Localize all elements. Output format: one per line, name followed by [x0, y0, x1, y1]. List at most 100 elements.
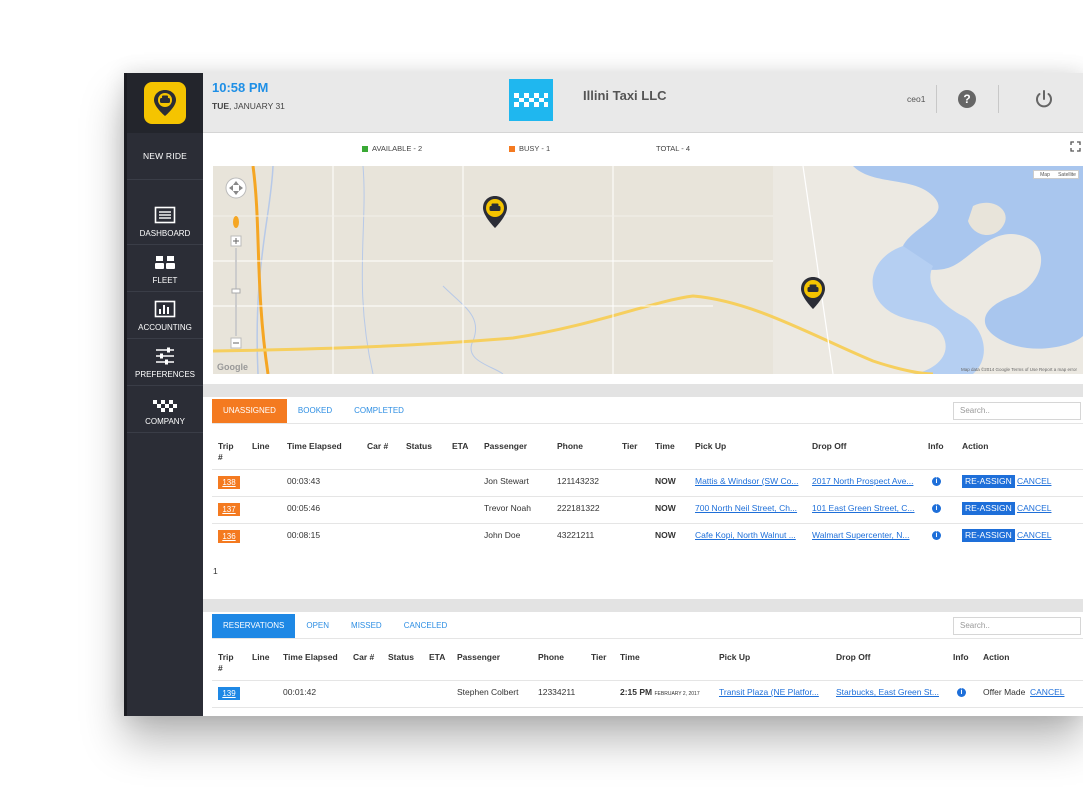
fullscreen-icon[interactable]: [1070, 141, 1081, 154]
new-ride-button[interactable]: NEW RIDE: [127, 133, 203, 180]
power-icon[interactable]: [1033, 88, 1055, 115]
reassign-button[interactable]: RE-ASSIGN: [962, 502, 1015, 515]
trip-number-link[interactable]: 136: [218, 530, 240, 543]
ride-time: NOW: [655, 530, 676, 540]
pickup-link[interactable]: Mattis & Windsor (SW Co...: [695, 476, 798, 486]
trip-number-link[interactable]: 137: [218, 503, 240, 516]
fleet-map[interactable]: Map Satellite Google Map data ©2014 Goog…: [213, 166, 1083, 374]
info-icon[interactable]: i: [932, 504, 941, 513]
ride-time: NOW: [655, 503, 676, 513]
map-type-toggle[interactable]: Map Satellite: [1033, 170, 1079, 179]
logo-area: [127, 73, 203, 133]
column-header-trip: Trip #: [218, 652, 234, 673]
tab-booked[interactable]: BOOKED: [287, 399, 343, 423]
pickup-link[interactable]: 700 North Neil Street, Ch...: [695, 503, 797, 513]
sidebar-item-company[interactable]: COMPANY: [127, 386, 203, 433]
available-swatch: [362, 145, 368, 152]
divider: [212, 496, 1083, 497]
map-type-satellite[interactable]: Satellite: [1056, 171, 1078, 178]
current-date: TUE, JANUARY 31: [212, 101, 285, 111]
info-icon[interactable]: i: [932, 477, 941, 486]
cancel-link[interactable]: CANCEL: [1030, 687, 1064, 697]
column-header-tier: Tier: [591, 652, 607, 662]
company-icon: [153, 400, 177, 412]
sidebar-item-preferences[interactable]: PREFERENCES: [127, 339, 203, 386]
section-divider: [203, 384, 1083, 397]
column-header-time: Time: [655, 441, 675, 451]
ride-time-value: NOW: [655, 503, 676, 513]
column-header-time: Time: [620, 652, 640, 662]
column-header-dropoff: Drop Off: [836, 652, 871, 662]
total-label: TOTAL - 4: [656, 144, 691, 153]
passenger-phone: 12334211: [538, 687, 576, 697]
dropoff-link[interactable]: 101 East Green Street, C...: [812, 503, 915, 513]
column-header-info: Info: [928, 441, 944, 451]
passenger-name: Stephen Colbert: [457, 687, 519, 697]
dropoff-link[interactable]: Walmart Supercenter, N...: [812, 530, 909, 540]
tab-open[interactable]: OPEN: [295, 614, 340, 638]
app-logo-icon[interactable]: [144, 82, 186, 124]
pickup-link[interactable]: Transit Plaza (NE Platfor...: [719, 687, 819, 697]
dashboard-icon: [154, 206, 176, 224]
username[interactable]: ceo1: [907, 94, 925, 104]
tab-canceled[interactable]: CANCELED: [393, 614, 459, 638]
current-day: TUE: [212, 101, 229, 111]
sidebar-item-dashboard[interactable]: DASHBOARD: [127, 198, 203, 245]
taxi-marker-icon[interactable]: [799, 276, 827, 315]
column-header-pickup: Pick Up: [695, 441, 727, 451]
tab-unassigned[interactable]: UNASSIGNED: [212, 399, 287, 423]
map-credit: Map data ©2014 Google Terms of Use Repor…: [960, 367, 1077, 372]
sidebar-item-accounting[interactable]: ACCOUNTING: [127, 292, 203, 339]
divider: [212, 680, 1083, 681]
taxi-marker-icon[interactable]: [481, 195, 509, 234]
company-name: Illini Taxi LLC: [583, 88, 667, 103]
column-header-eta: ETA: [429, 652, 446, 662]
reassign-button[interactable]: RE-ASSIGN: [962, 475, 1015, 488]
ride-time-value: 2:15 PM: [620, 687, 653, 697]
cancel-link[interactable]: CANCEL: [1017, 530, 1051, 540]
fleet-icon: [155, 256, 175, 269]
sidebar-item-label: PREFERENCES: [134, 370, 195, 379]
tab-reservations[interactable]: RESERVATIONS: [212, 614, 296, 638]
sidebar-item-label: COMPANY: [145, 417, 185, 426]
info-icon[interactable]: i: [932, 531, 941, 540]
dropoff-link[interactable]: 2017 North Prospect Ave...: [812, 476, 913, 486]
pickup-link[interactable]: Cafe Kopi, North Walnut ...: [695, 530, 796, 540]
divider: [936, 85, 937, 113]
column-header-time-elapsed: Time Elapsed: [283, 652, 338, 662]
divider: [212, 469, 1083, 470]
trip-number-link[interactable]: 139: [218, 687, 240, 700]
cancel-link[interactable]: CANCEL: [1017, 503, 1051, 513]
tab-completed[interactable]: COMPLETED: [343, 399, 415, 423]
column-header-passenger: Passenger: [457, 652, 500, 662]
column-header-phone: Phone: [538, 652, 564, 662]
info-icon[interactable]: i: [957, 688, 966, 697]
cancel-link[interactable]: CANCEL: [1017, 476, 1051, 486]
reservation-search-input[interactable]: Search..: [953, 617, 1081, 635]
dropoff-link[interactable]: Starbucks, East Green St...: [836, 687, 939, 697]
busy-count: BUSY - 1: [509, 144, 550, 153]
column-header-passenger: Passenger: [484, 441, 527, 451]
sidebar-item-label: DASHBOARD: [139, 229, 191, 238]
unassigned-search-input[interactable]: Search..: [953, 402, 1081, 420]
passenger-name: John Doe: [484, 530, 521, 540]
ride-time-value: NOW: [655, 530, 676, 540]
offer-status: Offer Made: [983, 687, 1026, 697]
tab-missed[interactable]: MISSED: [340, 614, 393, 638]
reservation-tabs: RESERVATIONS OPEN MISSED CANCELED: [212, 614, 458, 638]
passenger-phone: 222181322: [557, 503, 600, 513]
map-pan-control[interactable]: [223, 176, 249, 371]
column-header-tier: Tier: [622, 441, 638, 451]
trip-number-link[interactable]: 138: [218, 476, 240, 489]
map-type-map[interactable]: Map: [1034, 171, 1056, 178]
sidebar-item-fleet[interactable]: FLEET: [127, 245, 203, 292]
help-icon[interactable]: ?: [958, 90, 976, 108]
column-header-info: Info: [953, 652, 969, 662]
column-header-pickup: Pick Up: [719, 652, 751, 662]
column-header-trip: Trip #: [218, 441, 234, 462]
pagination-page[interactable]: 1: [213, 566, 218, 576]
busy-swatch: [509, 145, 515, 152]
reassign-button[interactable]: RE-ASSIGN: [962, 529, 1015, 542]
ride-time: 2:15 PM FEBRUARY 2, 2017: [620, 687, 700, 697]
column-header-car: Car #: [367, 441, 389, 451]
